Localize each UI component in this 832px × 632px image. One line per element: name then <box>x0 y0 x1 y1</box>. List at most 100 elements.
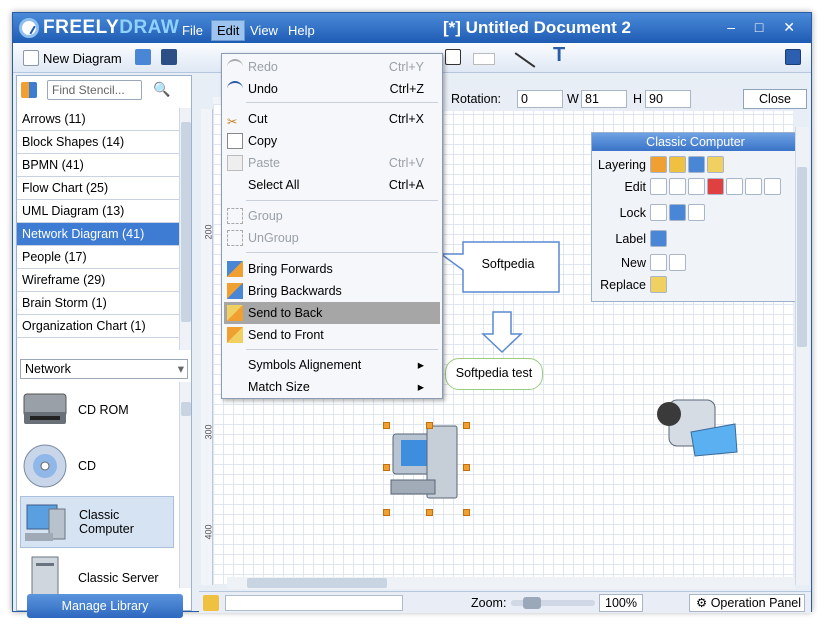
copy-icon[interactable] <box>669 178 686 195</box>
save-icon[interactable] <box>161 49 177 65</box>
lock-move-icon[interactable] <box>688 204 705 221</box>
close-properties-button[interactable]: Close <box>743 89 807 109</box>
menu-item-copy[interactable]: Copy <box>224 130 440 152</box>
menu-item-undo[interactable]: Undo Ctrl+Z <box>224 78 440 100</box>
menu-item-redo[interactable]: Redo Ctrl+Y <box>224 56 440 78</box>
send-back-icon <box>227 305 243 321</box>
menu-file[interactable]: File <box>177 21 208 40</box>
menu-view[interactable]: View <box>245 21 283 40</box>
redo-icon[interactable] <box>745 178 762 195</box>
symbol-scrollbar[interactable] <box>179 382 191 588</box>
category-item-selected[interactable]: Network Diagram (41) <box>17 223 179 246</box>
search-icon[interactable]: 🔍 <box>153 81 170 98</box>
resize-handle[interactable] <box>383 509 390 516</box>
menu-separator <box>246 102 438 103</box>
menu-item-cut[interactable]: ✂ Cut Ctrl+X <box>224 108 440 130</box>
menu-edit[interactable]: Edit <box>211 20 246 41</box>
menu-item-select-all[interactable]: Select All Ctrl+A <box>224 174 440 196</box>
symbol-cd[interactable]: CD <box>20 440 174 492</box>
resize-handle[interactable] <box>463 509 470 516</box>
rectangle-tool-icon[interactable] <box>473 53 495 65</box>
overview-strip[interactable] <box>225 595 403 611</box>
resize-handle[interactable] <box>463 464 470 471</box>
delete-icon[interactable] <box>707 178 724 195</box>
gear-icon: ⚙ <box>696 596 708 610</box>
menu-help[interactable]: Help <box>283 21 320 40</box>
text-tool-icon[interactable]: T <box>553 44 565 66</box>
scroll-thumb[interactable] <box>797 167 807 347</box>
bring-front-icon[interactable] <box>650 156 667 173</box>
camcorder-shape[interactable] <box>655 386 741 468</box>
stencil-sidebar: Find Stencil... 🔍 Arrows (11) Block Shap… <box>16 75 192 618</box>
new-diagram-button[interactable]: New Diagram <box>23 49 122 67</box>
category-item[interactable]: Arrows (11) <box>17 108 179 131</box>
category-item[interactable]: Organization Chart (1) <box>17 315 179 338</box>
send-back-icon[interactable] <box>707 156 724 173</box>
navigator-icon[interactable] <box>203 595 219 611</box>
menu-item-match-size[interactable]: Match Size ▸ <box>224 376 440 398</box>
menu-item-send-to-front[interactable]: Send to Front <box>224 324 440 346</box>
width-input[interactable]: 81 <box>581 90 627 108</box>
replace-icon[interactable] <box>650 276 667 293</box>
menu-item-group[interactable]: Group <box>224 205 440 227</box>
resize-handle[interactable] <box>463 422 470 429</box>
height-input[interactable]: 90 <box>645 90 691 108</box>
window-controls[interactable]: – □ ✕ <box>727 19 803 36</box>
zoom-value[interactable]: 100% <box>599 594 643 612</box>
menu-item-bring-backwards[interactable]: Bring Backwards <box>224 280 440 302</box>
submenu-arrow-icon: ▸ <box>417 358 424 372</box>
lock-size-icon[interactable] <box>669 204 686 221</box>
menu-item-send-to-back[interactable]: Send to Back <box>224 302 440 324</box>
category-item[interactable]: Flow Chart (25) <box>17 177 179 200</box>
group-icon[interactable] <box>764 178 781 195</box>
category-item[interactable]: Brain Storm (1) <box>17 292 179 315</box>
operation-panel-button[interactable]: ⚙ Operation Panel <box>689 594 805 612</box>
canvas-vertical-scrollbar[interactable] <box>795 127 809 585</box>
label-icon[interactable] <box>650 230 667 247</box>
symbol-cd-rom[interactable]: CD ROM <box>20 384 174 436</box>
open-icon[interactable] <box>135 49 151 65</box>
width-label: W <box>567 92 579 106</box>
new-connector-icon[interactable] <box>650 254 667 271</box>
symbol-classic-computer[interactable]: Classic Computer <box>20 496 174 548</box>
rotation-input[interactable]: 0 <box>517 90 563 108</box>
bubble-shape[interactable]: Softpedia test <box>445 358 543 390</box>
category-item[interactable]: Wireframe (29) <box>17 269 179 292</box>
category-item[interactable]: UML Diagram (13) <box>17 200 179 223</box>
row-label: Layering <box>598 158 646 172</box>
classic-computer-shape[interactable] <box>389 424 469 508</box>
new-connector-alt-icon[interactable] <box>669 254 686 271</box>
menu-item-symbols-alignement[interactable]: Symbols Alignement ▸ <box>224 354 440 376</box>
new-document-icon <box>23 50 39 66</box>
category-item[interactable]: People (17) <box>17 246 179 269</box>
fullscreen-icon[interactable] <box>785 49 801 65</box>
resize-handle[interactable] <box>426 509 433 516</box>
menu-item-paste[interactable]: Paste Ctrl+V <box>224 152 440 174</box>
category-item[interactable]: Block Shapes (14) <box>17 131 179 154</box>
menu-item-ungroup[interactable]: UnGroup <box>224 227 440 249</box>
resize-handle[interactable] <box>426 422 433 429</box>
paste-icon[interactable] <box>688 178 705 195</box>
stencil-search-input[interactable]: Find Stencil... <box>47 80 142 100</box>
scroll-thumb[interactable] <box>181 122 191 322</box>
category-scrollbar[interactable] <box>179 108 191 350</box>
lock-icon[interactable] <box>650 204 667 221</box>
stencil-select[interactable]: Network <box>20 359 188 379</box>
resize-handle[interactable] <box>383 464 390 471</box>
pointer-tool-icon[interactable] <box>445 49 461 65</box>
zoom-slider-thumb[interactable] <box>523 597 541 609</box>
cut-icon[interactable] <box>650 178 667 195</box>
canvas-horizontal-scrollbar[interactable] <box>227 577 795 589</box>
send-backward-icon[interactable] <box>688 156 705 173</box>
resize-handle[interactable] <box>383 422 390 429</box>
manage-library-button[interactable]: Manage Library <box>27 594 183 618</box>
category-item[interactable]: BPMN (41) <box>17 154 179 177</box>
scroll-thumb[interactable] <box>181 402 191 416</box>
line-tool-icon[interactable] <box>514 52 536 68</box>
menu-item-bring-forwards[interactable]: Bring Forwards <box>224 258 440 280</box>
scissors-icon: ✂ <box>227 115 238 129</box>
undo-icon[interactable] <box>726 178 743 195</box>
scroll-thumb[interactable] <box>247 578 387 588</box>
bring-forward-icon[interactable] <box>669 156 686 173</box>
zoom-slider[interactable] <box>511 597 595 609</box>
